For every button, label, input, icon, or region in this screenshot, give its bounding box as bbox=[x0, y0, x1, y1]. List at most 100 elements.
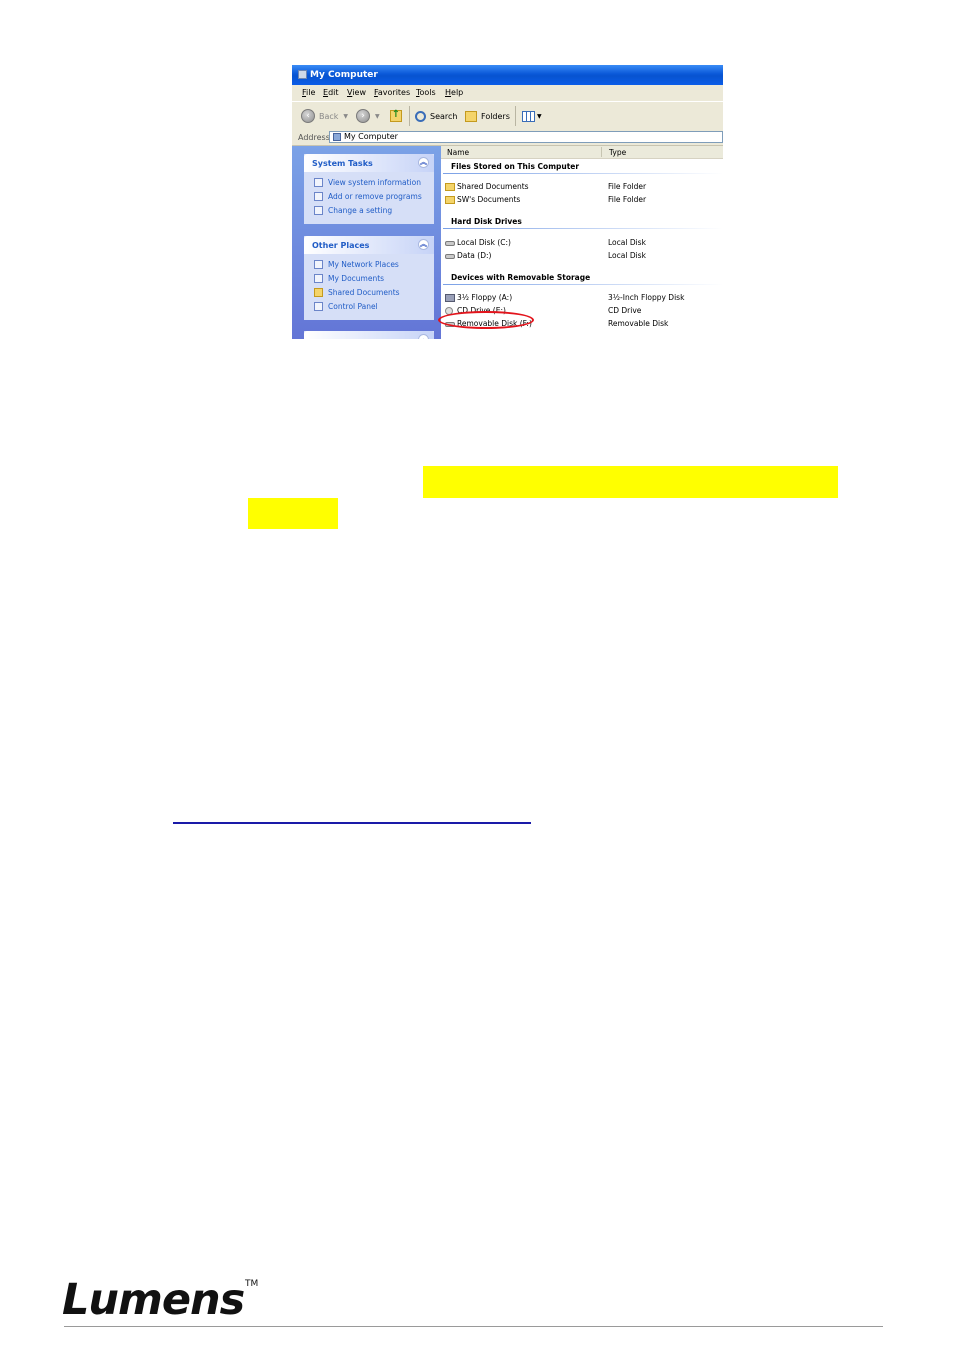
list-item[interactable]: Shared Documents File Folder bbox=[441, 181, 723, 193]
menu-tools[interactable]: Tools bbox=[416, 88, 436, 97]
collapse-chevron-icon[interactable]: ︽ bbox=[418, 334, 429, 339]
group-header: Devices with Removable Storage bbox=[451, 273, 591, 282]
control-panel-icon bbox=[314, 302, 323, 311]
footer-divider bbox=[64, 1326, 883, 1327]
link-label: My Documents bbox=[328, 274, 385, 283]
toolbar-separator bbox=[515, 106, 516, 126]
link-control-panel[interactable]: Control Panel bbox=[304, 300, 434, 314]
item-type: Local Disk bbox=[608, 238, 646, 247]
text-highlight bbox=[248, 498, 338, 529]
details-header[interactable]: ︽ bbox=[304, 331, 434, 339]
search-button[interactable]: Search bbox=[415, 108, 457, 124]
group-header: Files Stored on This Computer bbox=[451, 162, 580, 171]
link-add-remove-programs[interactable]: Add or remove programs bbox=[304, 190, 434, 204]
group-divider bbox=[443, 228, 723, 229]
column-header: Name Type bbox=[441, 146, 723, 159]
task-pane: System Tasks ︽ View system information A… bbox=[292, 146, 441, 339]
back-arrow-icon: ‹ bbox=[301, 109, 315, 123]
item-type: Removable Disk bbox=[608, 319, 669, 328]
group-divider bbox=[443, 173, 723, 174]
link-label: Add or remove programs bbox=[328, 192, 422, 201]
link-my-documents[interactable]: My Documents bbox=[304, 272, 434, 286]
back-label: Back bbox=[319, 111, 339, 121]
menu-file[interactable]: File bbox=[302, 88, 315, 97]
lumens-logo: Lumens bbox=[62, 1275, 245, 1325]
hard-disk-icon bbox=[445, 254, 455, 259]
highlight-circle bbox=[438, 311, 534, 329]
item-type: File Folder bbox=[608, 182, 647, 191]
link-shared-documents[interactable]: Shared Documents bbox=[304, 286, 434, 300]
folder-icon bbox=[314, 288, 323, 297]
other-places-panel: Other Places ︽ My Network Places My Docu… bbox=[304, 236, 434, 320]
other-places-header[interactable]: Other Places ︽ bbox=[304, 236, 434, 254]
collapse-chevron-icon[interactable]: ︽ bbox=[418, 157, 429, 168]
folders-button[interactable]: Folders bbox=[465, 108, 510, 124]
item-type: CD Drive bbox=[608, 306, 642, 315]
menu-help[interactable]: Help bbox=[445, 88, 463, 97]
hard-disk-icon bbox=[445, 241, 455, 246]
menu-bar: File Edit View Favorites Tools Help bbox=[292, 85, 723, 100]
menu-favorites[interactable]: Favorites bbox=[374, 88, 410, 97]
item-name: Data (D:) bbox=[457, 251, 492, 260]
search-icon bbox=[415, 110, 426, 122]
link-label: Control Panel bbox=[328, 302, 378, 311]
add-remove-programs-icon bbox=[314, 192, 323, 201]
link-view-system-information[interactable]: View system information bbox=[304, 176, 434, 190]
column-divider[interactable] bbox=[601, 147, 602, 157]
column-name[interactable]: Name bbox=[447, 148, 469, 157]
folder-icon bbox=[445, 183, 455, 191]
text-highlight bbox=[423, 466, 838, 498]
computer-icon bbox=[298, 70, 307, 79]
forward-arrow-icon: › bbox=[356, 109, 370, 123]
views-icon bbox=[522, 110, 535, 122]
item-name: Shared Documents bbox=[457, 182, 529, 191]
my-computer-window: My Computer File Edit View Favorites Too… bbox=[292, 65, 723, 339]
floppy-icon bbox=[445, 294, 455, 302]
menu-edit[interactable]: Edit bbox=[323, 88, 339, 97]
item-type: 3½-Inch Floppy Disk bbox=[608, 293, 685, 302]
trademark-mark: TM bbox=[245, 1279, 259, 1289]
panel-title: Other Places bbox=[312, 241, 370, 250]
up-folder-button[interactable]: ↑ bbox=[390, 108, 402, 124]
system-tasks-panel: System Tasks ︽ View system information A… bbox=[304, 154, 434, 224]
link-label: Shared Documents bbox=[328, 288, 400, 297]
details-panel: ︽ bbox=[304, 331, 434, 339]
list-item[interactable]: Local Disk (C:) Local Disk bbox=[441, 237, 723, 249]
computer-icon bbox=[333, 133, 341, 141]
system-tasks-header[interactable]: System Tasks ︽ bbox=[304, 154, 434, 172]
item-name: Local Disk (C:) bbox=[457, 238, 511, 247]
forward-dropdown-icon: ▼ bbox=[375, 112, 380, 120]
folders-label: Folders bbox=[481, 111, 510, 121]
link-change-setting[interactable]: Change a setting bbox=[304, 204, 434, 218]
title-bar[interactable]: My Computer bbox=[292, 65, 723, 85]
back-button[interactable]: ‹ Back ▼ bbox=[301, 108, 348, 124]
address-field[interactable]: My Computer bbox=[329, 131, 723, 143]
collapse-chevron-icon[interactable]: ︽ bbox=[418, 239, 429, 250]
panel-title: System Tasks bbox=[312, 159, 373, 168]
item-type: File Folder bbox=[608, 195, 647, 204]
column-type[interactable]: Type bbox=[609, 148, 626, 157]
hyperlink-underline[interactable] bbox=[173, 822, 531, 824]
back-dropdown-icon: ▼ bbox=[343, 112, 349, 120]
views-dropdown-icon: ▼ bbox=[537, 112, 542, 120]
folders-icon bbox=[465, 110, 477, 122]
address-label: Address bbox=[298, 133, 330, 142]
item-type: Local Disk bbox=[608, 251, 646, 260]
list-item[interactable]: 3½ Floppy (A:) 3½-Inch Floppy Disk bbox=[441, 292, 723, 304]
item-name: SW's Documents bbox=[457, 195, 521, 204]
group-divider bbox=[443, 284, 723, 285]
network-places-icon bbox=[314, 260, 323, 269]
toolbar: ‹ Back ▼ › ▼ ↑ Search Folders ▼ bbox=[292, 101, 723, 131]
forward-button[interactable]: › ▼ bbox=[356, 108, 380, 124]
list-item[interactable]: Data (D:) Local Disk bbox=[441, 250, 723, 262]
link-label: Change a setting bbox=[328, 206, 393, 215]
address-value: My Computer bbox=[344, 132, 398, 141]
menu-view[interactable]: View bbox=[347, 88, 366, 97]
views-button[interactable]: ▼ bbox=[522, 108, 542, 124]
link-my-network-places[interactable]: My Network Places bbox=[304, 258, 434, 272]
control-panel-icon bbox=[314, 206, 323, 215]
search-label: Search bbox=[430, 111, 458, 121]
list-item[interactable]: SW's Documents File Folder bbox=[441, 194, 723, 206]
item-name: 3½ Floppy (A:) bbox=[457, 293, 513, 302]
window-title: My Computer bbox=[310, 70, 378, 80]
